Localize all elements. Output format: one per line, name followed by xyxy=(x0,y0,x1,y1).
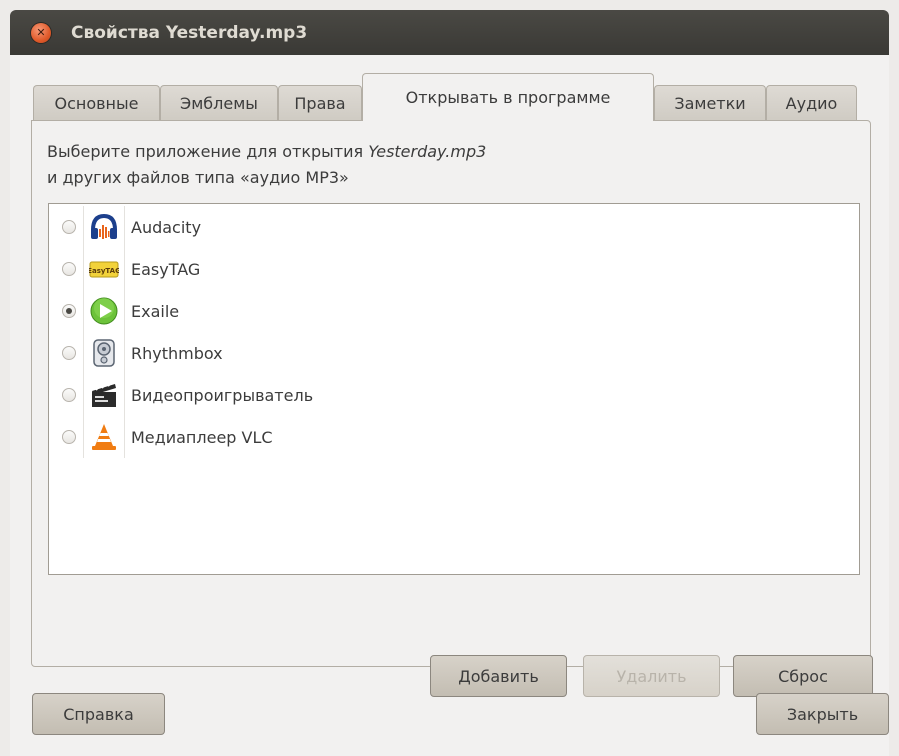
reset-button[interactable]: Сброс xyxy=(733,655,873,697)
video-player-icon xyxy=(88,379,120,411)
radio-exaile[interactable] xyxy=(62,304,76,318)
description-filename: Yesterday.mp3 xyxy=(368,142,487,161)
app-name: Audacity xyxy=(131,217,202,237)
rhythmbox-icon xyxy=(88,337,120,369)
app-name: Медиаплеер VLC xyxy=(131,427,273,447)
audacity-icon xyxy=(88,211,120,243)
column-divider xyxy=(124,206,125,248)
easytag-icon: EasyTAG xyxy=(88,253,120,285)
list-item-exaile[interactable]: Exaile xyxy=(49,290,859,332)
close-button[interactable]: Закрыть xyxy=(756,693,889,735)
column-divider xyxy=(83,374,84,416)
exaile-icon xyxy=(88,295,120,327)
column-divider xyxy=(124,332,125,374)
title-bar: ✕ Свойства Yesterday.mp3 xyxy=(10,10,889,55)
column-divider xyxy=(83,416,84,458)
tab-basic[interactable]: Основные xyxy=(33,85,160,121)
list-item-audacity[interactable]: Audacity xyxy=(49,206,859,248)
app-name: Exaile xyxy=(131,301,180,321)
app-name: Rhythmbox xyxy=(131,343,223,363)
column-divider xyxy=(124,248,125,290)
column-divider xyxy=(124,416,125,458)
tab-open-with[interactable]: Открывать в программе xyxy=(362,73,654,121)
radio-rhythmbox[interactable] xyxy=(62,346,76,360)
list-item-rhythmbox[interactable]: Rhythmbox xyxy=(49,332,859,374)
column-divider xyxy=(83,206,84,248)
remove-button[interactable]: Удалить xyxy=(583,655,720,697)
list-item-video-player[interactable]: Видеопроигрыватель xyxy=(49,374,859,416)
tab-notes[interactable]: Заметки xyxy=(654,85,766,121)
properties-window: ✕ Свойства Yesterday.mp3 Основные Эмблем… xyxy=(0,0,899,756)
column-divider xyxy=(83,290,84,332)
list-item-vlc[interactable]: Медиаплеер VLC xyxy=(49,416,859,458)
radio-selected-dot xyxy=(66,308,72,314)
column-divider xyxy=(124,374,125,416)
description: Выберите приложение для открытия Yesterd… xyxy=(47,139,847,191)
app-name: Видеопроигрыватель xyxy=(131,385,314,405)
open-with-panel: Выберите приложение для открытия Yesterd… xyxy=(31,120,873,697)
list-item-easytag[interactable]: EasyTAG EasyTAG xyxy=(49,248,859,290)
application-list: Audacity EasyTAG EasyTAG Exaile Rhythmbo… xyxy=(48,203,860,575)
radio-audacity[interactable] xyxy=(62,220,76,234)
radio-easytag[interactable] xyxy=(62,262,76,276)
radio-video-player[interactable] xyxy=(62,388,76,402)
radio-vlc[interactable] xyxy=(62,430,76,444)
help-button[interactable]: Справка xyxy=(32,693,165,735)
add-button[interactable]: Добавить xyxy=(430,655,567,697)
tab-permissions[interactable]: Права xyxy=(278,85,362,121)
close-icon[interactable]: ✕ xyxy=(31,22,51,43)
dialog-body: Основные Эмблемы Права Открывать в прогр… xyxy=(10,55,889,756)
window-title: Свойства Yesterday.mp3 xyxy=(71,22,308,43)
description-prefix: Выберите приложение для открытия xyxy=(47,142,369,161)
svg-text:EasyTAG: EasyTAG xyxy=(89,267,119,275)
column-divider xyxy=(124,290,125,332)
vlc-icon xyxy=(88,421,120,453)
tab-emblems[interactable]: Эмблемы xyxy=(160,85,278,121)
column-divider xyxy=(83,332,84,374)
column-divider xyxy=(83,248,84,290)
app-name: EasyTAG xyxy=(131,259,201,279)
tab-audio[interactable]: Аудио xyxy=(766,85,857,121)
description-line2: и других файлов типа «аудио MP3» xyxy=(47,168,349,187)
